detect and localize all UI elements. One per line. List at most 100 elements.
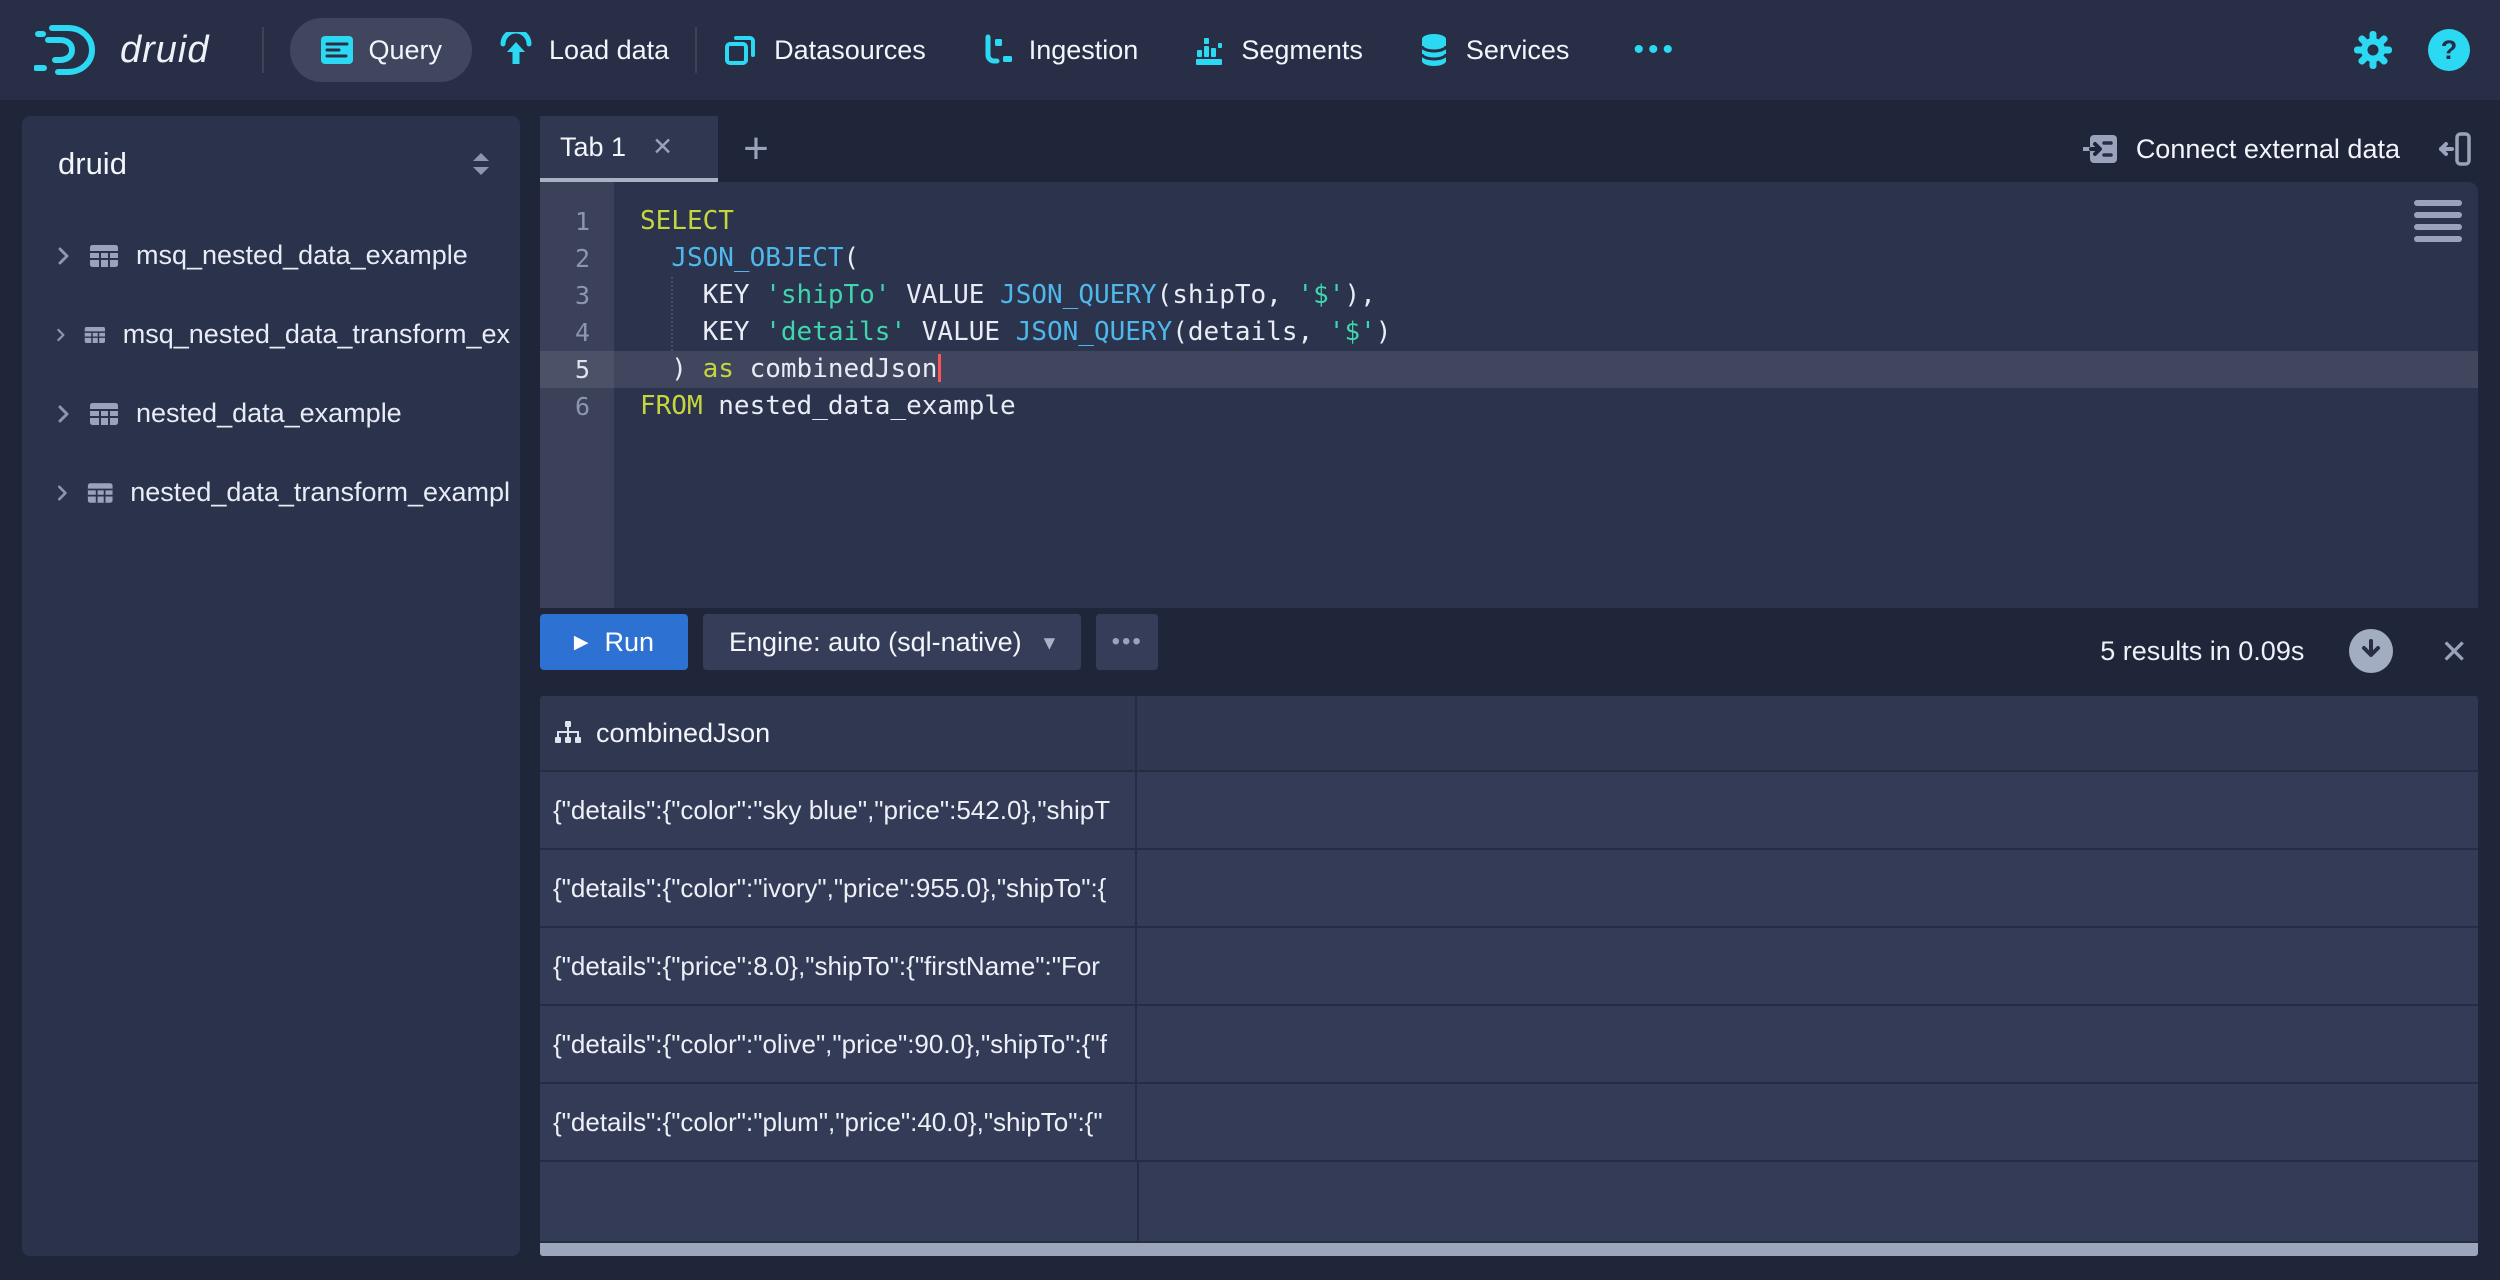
nav-more-button[interactable]: •••: [1633, 33, 1677, 67]
engine-select-button[interactable]: Engine: auto (sql-native) ▾: [703, 614, 1081, 670]
datasource-name: nested_data_transform_exampl: [130, 477, 510, 508]
run-button-label: Run: [605, 627, 655, 658]
code-line[interactable]: JSON_OBJECT(: [640, 240, 2478, 277]
code-line[interactable]: ) as combinedJson: [640, 351, 2478, 388]
connect-external-data-label: Connect external data: [2136, 134, 2400, 165]
query-tab-bar: Tab 1 ✕ + Connect external data: [540, 116, 2478, 182]
results-table: combinedJson {"details":{"color":"sky bl…: [540, 696, 2478, 1256]
chevron-right-icon[interactable]: [54, 403, 72, 425]
result-cell[interactable]: {"details":{"price":8.0},"shipTo":{"firs…: [540, 928, 1137, 1004]
new-tab-button[interactable]: +: [718, 116, 794, 182]
druid-logo[interactable]: druid: [34, 22, 210, 78]
collapse-panel-icon: [2438, 131, 2472, 167]
result-cell[interactable]: {"details":{"color":"plum","price":40.0}…: [540, 1084, 1137, 1160]
nav-item-datasources[interactable]: Datasources: [723, 32, 926, 68]
druid-logo-icon: [34, 22, 104, 78]
nav-item-segments[interactable]: Segments: [1192, 33, 1363, 67]
table-icon: [84, 322, 106, 348]
code-line[interactable]: KEY 'details' VALUE JSON_QUERY(details, …: [640, 314, 2478, 351]
nav-item-query[interactable]: Query: [290, 18, 473, 82]
query-document-icon: [320, 35, 354, 65]
sidebar-item-datasource[interactable]: nested_data_transform_exampl: [42, 453, 510, 532]
top-navbar: druid Query Load data Datasources: [0, 0, 2500, 100]
chevron-right-icon[interactable]: [54, 245, 72, 267]
sidebar-item-datasource[interactable]: nested_data_example: [42, 374, 510, 453]
empty-table-row: [540, 1162, 2478, 1243]
run-more-options-button[interactable]: •••: [1096, 614, 1158, 670]
download-arrow-icon: [2360, 639, 2382, 663]
results-info: 5 results in 0.09s: [2100, 636, 2304, 667]
text-cursor: [938, 354, 941, 382]
engine-label: Engine: auto (sql-native): [729, 627, 1022, 658]
result-cell[interactable]: {"details":{"color":"sky blue","price":5…: [540, 772, 1137, 848]
tab-title: Tab 1: [560, 132, 626, 163]
datasource-list: msq_nested_data_example msq_nested_data_…: [22, 216, 520, 532]
nav-services-label: Services: [1466, 35, 1570, 66]
collapse-panel-button[interactable]: [2438, 116, 2472, 182]
horizontal-scrollbar[interactable]: [540, 1243, 2478, 1256]
code-line[interactable]: SELECT: [640, 203, 2478, 240]
results-column-name: combinedJson: [596, 718, 770, 749]
sidebar-item-datasource[interactable]: msq_nested_data_transform_ex: [42, 295, 510, 374]
chevron-right-icon[interactable]: [54, 482, 70, 504]
chevron-right-icon[interactable]: [54, 324, 67, 346]
query-workbench: Tab 1 ✕ + Connect external data: [540, 116, 2478, 1256]
upload-icon: [498, 32, 534, 68]
table-icon: [87, 480, 113, 506]
editor-menu-icon[interactable]: [2414, 200, 2462, 242]
run-bar: ▶ Run Engine: auto (sql-native) ▾ ••• 5 …: [540, 608, 2478, 696]
nav-item-services[interactable]: Services: [1417, 32, 1570, 68]
datasource-name: nested_data_example: [136, 398, 402, 429]
gear-icon[interactable]: [2352, 29, 2394, 71]
result-cell[interactable]: {"details":{"color":"olive","price":90.0…: [540, 1006, 1137, 1082]
brand-wordmark: druid: [120, 29, 210, 72]
sql-editor[interactable]: 123456 SELECT JSON_OBJECT( KEY 'shipTo' …: [540, 182, 2478, 608]
result-cell[interactable]: {"details":{"color":"ivory","price":955.…: [540, 850, 1137, 926]
table-row: {"details":{"color":"ivory","price":955.…: [540, 850, 2478, 928]
nav-item-ingestion[interactable]: Ingestion: [980, 33, 1139, 67]
code-line[interactable]: FROM nested_data_example: [640, 388, 2478, 425]
line-number: 4: [540, 314, 614, 351]
close-results-icon[interactable]: ✕: [2440, 632, 2468, 671]
json-tree-icon: [554, 720, 582, 746]
double-caret-sort-icon[interactable]: [470, 150, 492, 178]
results-header-row: combinedJson: [540, 696, 2478, 772]
datasource-name: msq_nested_data_example: [136, 240, 468, 271]
tab-close-icon[interactable]: ✕: [652, 135, 673, 160]
ingestion-icon: [980, 33, 1014, 67]
services-database-icon: [1417, 32, 1451, 68]
table-row: {"details":{"color":"plum","price":40.0}…: [540, 1084, 2478, 1162]
caret-down-icon: ▾: [1044, 629, 1056, 656]
line-number: 5: [540, 351, 614, 388]
line-number: 1: [540, 203, 614, 240]
nav-divider: [695, 27, 697, 73]
play-icon: ▶: [574, 631, 589, 654]
nav-segments-label: Segments: [1241, 35, 1363, 66]
sidebar-item-datasource[interactable]: msq_nested_data_example: [42, 216, 510, 295]
query-tab-1[interactable]: Tab 1 ✕: [540, 116, 718, 182]
nav-datasources-label: Datasources: [774, 35, 926, 66]
table-icon: [89, 243, 119, 269]
table-row: {"details":{"price":8.0},"shipTo":{"firs…: [540, 928, 2478, 1006]
nav-item-load-data[interactable]: Load data: [498, 32, 669, 68]
help-icon[interactable]: ?: [2428, 29, 2470, 71]
results-column-header[interactable]: combinedJson: [540, 696, 1137, 770]
table-icon: [89, 401, 119, 427]
editor-gutter: 123456: [540, 182, 614, 608]
connect-external-data-button[interactable]: Connect external data: [2083, 116, 2400, 182]
datasources-icon: [723, 32, 759, 68]
run-button[interactable]: ▶ Run: [540, 614, 688, 670]
empty-cell: [540, 1162, 1139, 1241]
nav-divider: [262, 27, 264, 73]
connect-external-data-icon: [2083, 132, 2119, 166]
nav-query-label: Query: [369, 35, 443, 66]
table-row: {"details":{"color":"olive","price":90.0…: [540, 1006, 2478, 1084]
sidebar-schema-title: druid: [58, 146, 470, 182]
download-results-button[interactable]: [2349, 629, 2393, 673]
schema-sidebar: druid msq_nested_data_example msq_nested…: [22, 116, 520, 1256]
editor-code[interactable]: SELECT JSON_OBJECT( KEY 'shipTo' VALUE J…: [614, 182, 2478, 608]
table-row: {"details":{"color":"sky blue","price":5…: [540, 772, 2478, 850]
code-line[interactable]: KEY 'shipTo' VALUE JSON_QUERY(shipTo, '$…: [640, 277, 2478, 314]
line-number: 3: [540, 277, 614, 314]
nav-ingestion-label: Ingestion: [1029, 35, 1139, 66]
